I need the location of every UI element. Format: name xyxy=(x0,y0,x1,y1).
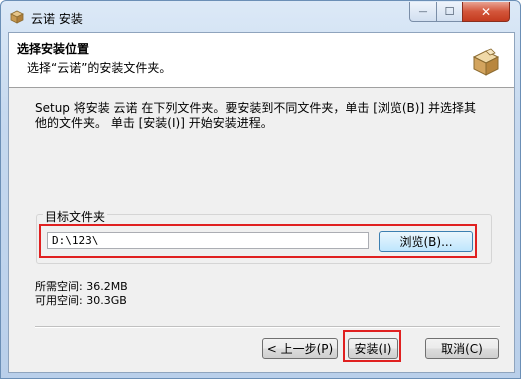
page-title: 选择安装位置 xyxy=(17,42,90,56)
page-subtitle: 选择“云诺”的安装文件夹。 xyxy=(27,61,172,75)
footer-divider xyxy=(35,326,500,328)
package-icon xyxy=(10,10,24,24)
minimize-button[interactable]: — xyxy=(409,2,437,22)
close-button[interactable]: ✕ xyxy=(462,2,510,22)
maximize-icon: ☐ xyxy=(444,5,455,18)
cancel-button[interactable]: 取消(C) xyxy=(425,338,499,359)
install-button[interactable]: 安装(I) xyxy=(348,338,398,359)
browse-button[interactable]: 浏览(B)... xyxy=(379,231,473,252)
page-header: 选择安装位置 选择“云诺”的安装文件夹。 xyxy=(9,33,514,88)
intro-text: Setup 将安装 云诺 在下列文件夹。要安装到不同文件夹，单击 [浏览(B)]… xyxy=(35,101,476,130)
close-icon: ✕ xyxy=(480,4,492,19)
target-folder-label: 目标文件夹 xyxy=(43,208,108,225)
package-box-icon xyxy=(472,48,500,76)
back-button[interactable]: < 上一步(P) xyxy=(262,338,338,359)
install-path-input[interactable] xyxy=(47,232,369,249)
title-bar[interactable]: 云诺 安装 — ☐ ✕ xyxy=(1,1,520,33)
maximize-button[interactable]: ☐ xyxy=(436,2,463,22)
minimize-icon: — xyxy=(418,6,428,17)
installer-window: 云诺 安装 — ☐ ✕ 选择安装位置 选择“云诺”的安装文件夹。 Setup 将… xyxy=(0,0,521,379)
installer-body: 选择安装位置 选择“云诺”的安装文件夹。 Setup 将安装 云诺 在下列文件夹… xyxy=(8,32,515,373)
available-space-text: 可用空间: 30.3GB xyxy=(35,294,127,307)
window-title: 云诺 安装 xyxy=(31,12,83,26)
